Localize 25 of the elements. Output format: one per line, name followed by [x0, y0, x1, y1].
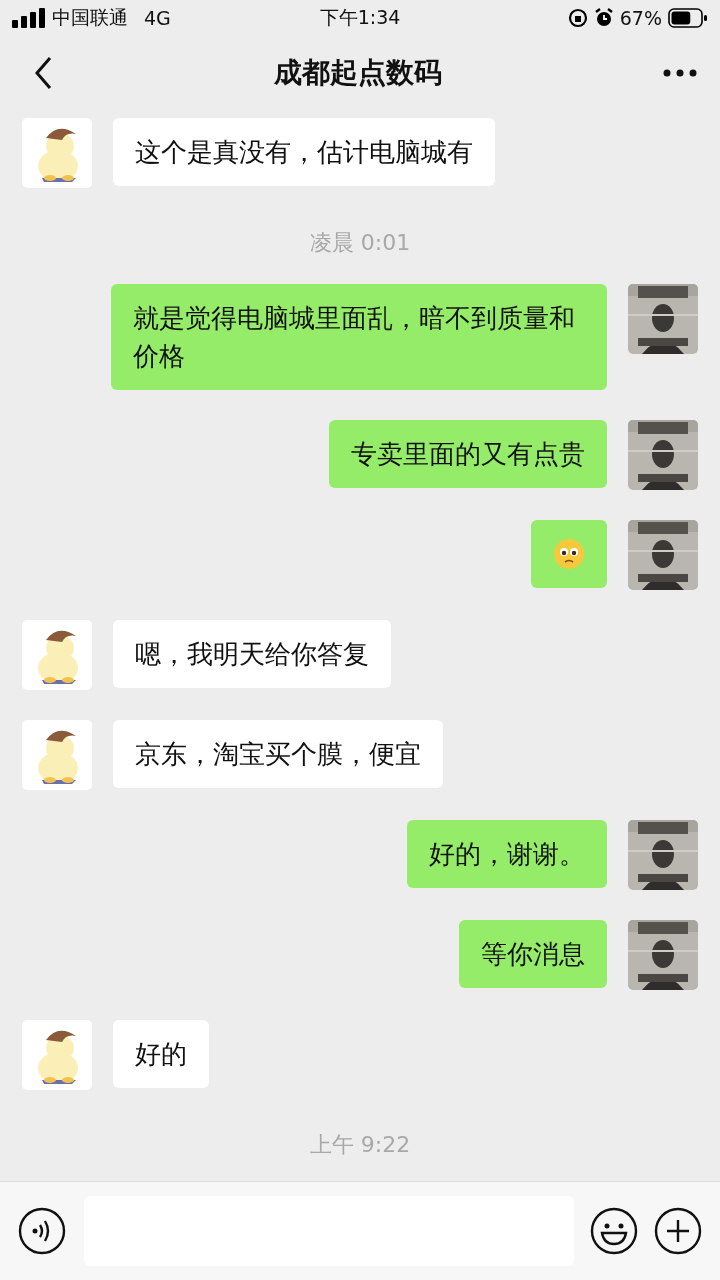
battery-icon [668, 8, 708, 28]
signal-icon [12, 8, 46, 28]
message-bubble: 等你消息 [459, 920, 607, 988]
message-bubble: 专卖里面的又有点贵 [329, 420, 607, 488]
face-icon [553, 538, 585, 570]
plus-icon[interactable] [654, 1207, 702, 1255]
more-icon[interactable] [662, 68, 698, 78]
alarm-icon [593, 8, 614, 28]
message-timestamp: 上午 9:22 [309, 1131, 411, 1159]
message-timestamp: 凌晨 0:01 [309, 229, 411, 257]
back-icon[interactable] [34, 55, 54, 91]
message-bubble: 好的，谢谢。 [407, 820, 607, 888]
network-type: 4G [144, 7, 171, 29]
clock-time: 下午1:34 [319, 5, 401, 30]
rotation-lock-icon [567, 8, 588, 28]
message-bubble: 京东，淘宝买个膜，便宜 [113, 720, 443, 788]
carrier-name: 中国联通 [52, 5, 128, 30]
message-bubble: 嗯，我明天给你答复 [113, 620, 391, 688]
emoji-icon[interactable] [590, 1207, 638, 1255]
voice-icon[interactable] [18, 1207, 66, 1255]
message-bubble: 就是觉得电脑城里面乱，暗不到质量和价格 [111, 284, 607, 390]
message-bubble: 这个是真没有，估计电脑城有 [113, 118, 495, 186]
message-bubble: 好的 [113, 1020, 209, 1088]
battery-percent: 67% [619, 7, 662, 29]
chat-title: 成都起点数码 [274, 55, 442, 91]
